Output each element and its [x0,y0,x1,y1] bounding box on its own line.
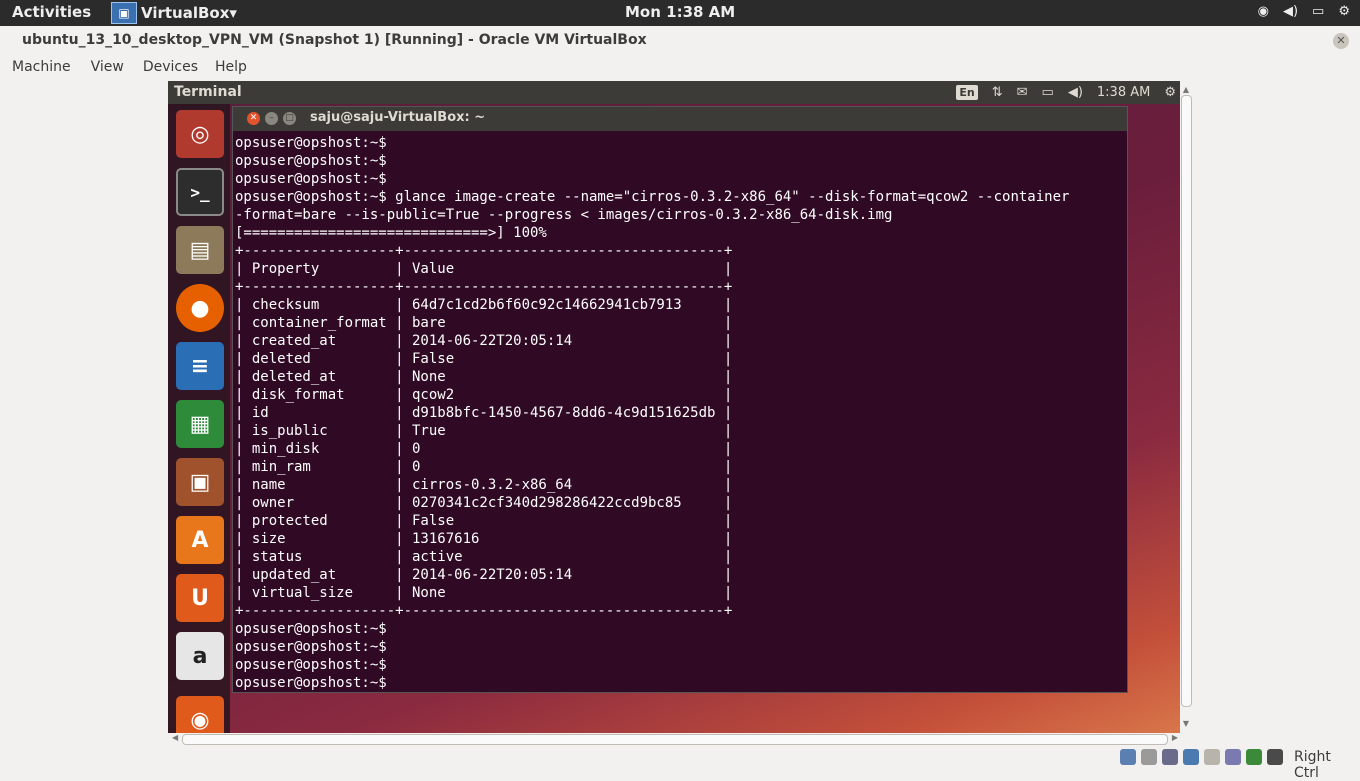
hard-disk-icon[interactable] [1120,749,1136,765]
launcher-calc[interactable]: ▦ [176,400,224,448]
scroll-down-icon[interactable]: ▼ [1180,719,1192,729]
ubuntu-logo-icon: ◎ [190,121,210,147]
activities-button[interactable]: Activities [12,3,91,21]
terminal-title: saju@saju-VirtualBox: ~ [310,110,486,125]
close-icon[interactable]: ✕ [1333,33,1349,49]
battery-icon[interactable]: ▭ [1312,4,1324,19]
wifi-icon[interactable]: ◉ [1258,4,1269,19]
volume-icon[interactable]: ◀) [1283,4,1298,19]
terminal-text: opsuser@opshost:~$ opsuser@opshost:~$ op… [235,135,1070,691]
amazon-icon: a [192,643,208,669]
guest-app-title: Terminal [174,84,242,100]
minimize-button[interactable]: – [265,112,278,125]
virtualbox-icon: ▣ [111,2,137,24]
launcher-software-center[interactable]: A [176,516,224,564]
file-cabinet-icon: ▤ [189,237,211,263]
launcher-writer[interactable]: ≡ [176,342,224,390]
optical-drive-icon[interactable] [1141,749,1157,765]
launcher-files[interactable]: ▤ [176,226,224,274]
menu-devices[interactable]: Devices [143,56,198,80]
horizontal-scrollbar[interactable]: ◀ ▶ [168,733,1180,745]
vbox-status-bar: Right Ctrl [0,746,1360,781]
terminal-output[interactable]: opsuser@opshost:~$ opsuser@opshost:~$ op… [235,134,1127,692]
maximize-button[interactable]: □ [283,112,296,125]
window-title: ubuntu_13_10_desktop_VPN_VM (Snapshot 1)… [22,32,647,48]
vertical-scrollbar[interactable]: ▲ ▼ [1180,81,1192,733]
launcher-terminal[interactable]: >_ [176,168,224,216]
app-menu[interactable]: ▣ VirtualBox ▾ [111,0,237,26]
settings-icon[interactable]: ⚙ [1338,4,1350,19]
guest-indicators: En ⇅ ✉ ▭ ◀) 1:38 AM ⚙ [956,81,1180,104]
spreadsheet-icon: ▦ [189,411,211,437]
guest-clock[interactable]: 1:38 AM [1097,85,1150,100]
menu-view[interactable]: View [91,56,124,80]
terminal-icon: >_ [190,182,210,202]
horizontal-scroll-thumb[interactable] [182,734,1168,745]
network-icon[interactable] [1183,749,1199,765]
mouse-integration-icon[interactable] [1267,749,1283,765]
terminal-window[interactable]: ✕ – □ saju@saju-VirtualBox: ~ opsuser@op… [232,106,1128,693]
terminal-title-bar[interactable]: ✕ – □ saju@saju-VirtualBox: ~ [233,107,1127,131]
launcher-ubuntu-one[interactable]: U [176,574,224,622]
host-top-bar: Activities ▣ VirtualBox ▾ Mon 1:38 AM ◉ … [0,0,1360,26]
mail-icon[interactable]: ✉ [1017,85,1028,100]
vertical-scroll-thumb[interactable] [1181,95,1192,707]
launcher-amazon[interactable]: a [176,632,224,680]
firefox-icon: ● [190,295,210,321]
vbox-title-bar: ubuntu_13_10_desktop_VPN_VM (Snapshot 1)… [0,26,1360,56]
battery-icon[interactable]: ▭ [1042,85,1054,100]
virtualization-icon[interactable] [1246,749,1262,765]
launcher-music[interactable]: ◉ [176,696,224,733]
presentation-icon: ▣ [189,469,211,495]
menu-help[interactable]: Help [215,56,247,80]
keyboard-layout-indicator[interactable]: En [956,85,978,100]
launcher-dash-home[interactable]: ◎ [176,110,224,158]
menu-machine[interactable]: Machine [12,56,71,80]
app-menu-label: VirtualBox [141,4,230,22]
ubuntu-one-icon: U [191,585,209,611]
scroll-left-icon[interactable]: ◀ [172,733,178,742]
gear-icon[interactable]: ⚙ [1164,85,1176,100]
scroll-right-icon[interactable]: ▶ [1172,733,1178,742]
shared-folders-icon[interactable] [1204,749,1220,765]
scroll-up-icon[interactable]: ▲ [1180,85,1192,95]
writer-document-icon: ≡ [190,353,210,379]
network-arrows-icon[interactable]: ⇅ [992,85,1003,100]
guest-top-panel: Terminal En ⇅ ✉ ▭ ◀) 1:38 AM ⚙ [168,81,1180,104]
clock[interactable]: Mon 1:38 AM [625,3,735,21]
volume-icon[interactable]: ◀) [1068,85,1083,100]
device-status-icons [1120,749,1283,765]
guest-screen[interactable]: Terminal En ⇅ ✉ ▭ ◀) 1:38 AM ⚙ ◎ >_ ▤ ● … [168,81,1180,733]
shopping-bag-icon: A [191,527,209,553]
system-tray: ◉ ◀) ▭ ⚙ [1258,4,1350,19]
launcher-impress[interactable]: ▣ [176,458,224,506]
chevron-down-icon: ▾ [229,4,237,22]
host-key-label: Right Ctrl [1294,749,1331,781]
close-button[interactable]: ✕ [247,112,260,125]
usb-icon[interactable] [1162,749,1178,765]
launcher-firefox[interactable]: ● [176,284,224,332]
video-capture-icon[interactable] [1225,749,1241,765]
vbox-menu-bar: Machine View Devices Help [0,56,1360,80]
unity-launcher: ◎ >_ ▤ ● ≡ ▦ ▣ A U a ◉ [168,104,230,733]
music-icon: ◉ [190,707,210,733]
